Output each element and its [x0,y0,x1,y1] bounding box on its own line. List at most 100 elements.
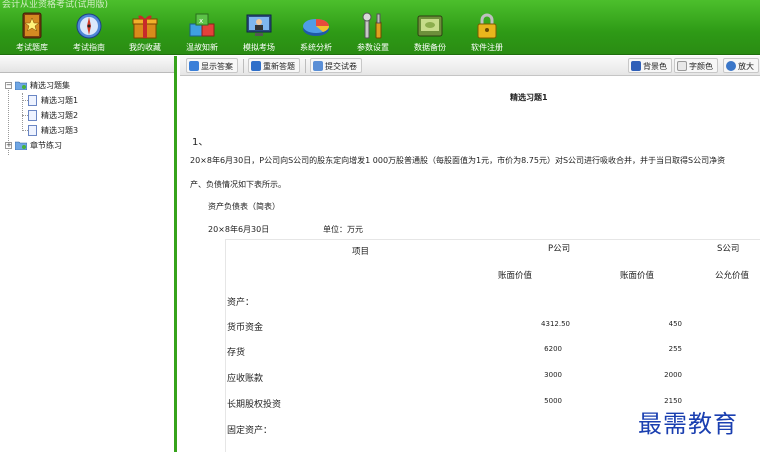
content-toolbar: 显示答案 重新答题 提交试卷 背景色 字颜色 放大 [180,56,760,76]
toolbar-label: 软件注册 [471,43,503,52]
toolbar-button-register[interactable]: 软件注册 [457,12,517,54]
toolbar-label: 模拟考场 [243,43,275,52]
toolbar-label: 考试指南 [73,43,105,52]
table-date: 20×8年6月30日 [208,225,270,234]
zoom-in-button[interactable]: 放大 [723,58,759,73]
submit-icon [313,61,323,71]
tree-label: 精选习题集 [30,81,70,90]
t-icon [677,61,687,71]
tree-item-exercise-2[interactable]: 精选习题2 [0,108,174,123]
answer-icon [189,61,199,71]
column-header-p-company: P公司 [548,244,571,254]
font-color-button[interactable]: 字颜色 [674,58,718,73]
question-text-line2: 产、负债情况如下表所示。 [190,180,286,189]
toolbar-button-mock-exam[interactable]: 模拟考场 [229,12,289,54]
toolbar-label: 系统分析 [300,43,332,52]
monitor-user-icon [246,14,272,36]
tree-item-exercise-1[interactable]: 精选习题1 [0,93,174,108]
table-cell-p: 6200 [544,345,562,353]
button-label: 提交试卷 [325,62,357,71]
table-cell-p: 5000 [544,397,562,405]
table-row-label: 长期股权投资 [227,400,282,410]
question-text-line1: 20×8年6月30日，P公司向S公司的股东定向增发1 000万股普通股（每股面值… [190,156,726,165]
left-panel-header [0,56,174,73]
background-color-button[interactable]: 背景色 [628,58,672,73]
disk-icon [417,15,443,37]
table-cell-p: 3000 [544,371,562,379]
tree-node-chapter-practice[interactable]: + 章节练习 [0,138,174,153]
table-caption: 资产负债表（简表） [208,202,280,211]
column-header-item: 项目 [352,247,370,257]
toolbar-label: 温故知新 [186,43,218,52]
toolbar-button-system-analysis[interactable]: 系统分析 [286,12,346,54]
table-row-label: 存货 [227,348,246,358]
toolbar-button-exam-guide[interactable]: 考试指南 [59,12,119,54]
button-label: 字颜色 [689,62,713,71]
button-label: 放大 [738,62,754,71]
column-header-s-company: S公司 [717,244,740,254]
tools-icon [362,12,382,39]
tree-label: 精选习题2 [41,111,79,120]
table-row-label: 资产： [227,298,255,308]
table-cell-s: 255 [668,345,682,353]
button-label: 显示答案 [201,62,233,71]
document-title: 精选习题1 [510,93,548,102]
table-unit: 单位：万元 [323,225,363,234]
table-row-label: 货币资金 [227,323,264,333]
toolbar-label: 参数设置 [357,43,389,52]
lock-icon [477,13,497,39]
toolbar-button-settings[interactable]: 参数设置 [343,12,403,54]
pie-chart-icon [303,19,330,36]
document-icon [28,95,37,106]
app-title: 会计从业资格考试(试用版) [2,0,109,10]
cubes-icon: x [189,13,215,37]
b-icon [631,61,641,71]
refresh-icon [251,61,261,71]
tree-label: 章节练习 [30,141,62,150]
show-answer-button[interactable]: 显示答案 [186,58,238,73]
toolbar-button-review[interactable]: x 温故知新 [172,12,232,54]
content-area: 显示答案 重新答题 提交试卷 背景色 字颜色 放大 精选习题1 1、 20×8年… [180,56,760,452]
question-tree: − 精选习题集 精选习题1 精选习题2 精选习题3 + 章节练习 [0,78,174,155]
table-cell-s: 2000 [664,371,682,379]
subheader-s-book-value: 账面价值 [620,271,655,281]
magnifier-icon [726,61,736,71]
toolbar-separator [243,59,244,73]
collapse-toggle-icon[interactable]: − [5,82,12,89]
watermark: 最需教育 [638,410,738,438]
gift-box-icon [132,15,158,39]
left-panel: − 精选习题集 精选习题1 精选习题2 精选习题3 + 章节练习 [0,56,177,452]
toolbar-label: 考试题库 [16,43,48,52]
redo-button[interactable]: 重新答题 [248,58,300,73]
tree-item-exercise-3[interactable]: 精选习题3 [0,123,174,138]
toolbar-button-favorites[interactable]: 我的收藏 [115,12,175,54]
subheader-s-fair-value: 公允价值 [715,271,750,281]
book-icon [22,12,42,39]
table-cell-p: 4312.50 [541,320,570,328]
table-row-label: 固定资产： [227,426,273,436]
subheader-p-book-value: 账面价值 [498,271,533,281]
toolbar-label: 数据备份 [414,43,446,52]
submit-button[interactable]: 提交试卷 [310,58,362,73]
folder-icon [15,141,27,150]
toolbar-button-backup[interactable]: 数据备份 [400,12,460,54]
main-toolbar: 会计从业资格考试(试用版) 考试题库 考试指南 我的收藏 x 温故知新 模拟考场… [0,0,760,55]
table-cell-s: 450 [668,320,682,328]
compass-icon [76,13,102,39]
expand-toggle-icon[interactable]: + [5,142,12,149]
tree-node-selected-exercises[interactable]: − 精选习题集 [0,78,174,93]
folder-icon [15,81,27,90]
document-icon [28,110,37,121]
question-number: 1、 [192,137,209,148]
svg-text:x: x [199,17,203,25]
toolbar-separator [305,59,306,73]
document-icon [28,125,37,136]
button-label: 背景色 [643,62,667,71]
tree-label: 精选习题3 [41,126,79,135]
toolbar-label: 我的收藏 [129,43,161,52]
table-row-label: 应收账款 [227,374,264,384]
tree-label: 精选习题1 [41,96,79,105]
question-document: 精选习题1 1、 20×8年6月30日，P公司向S公司的股东定向增发1 000万… [180,77,760,452]
toolbar-button-question-bank[interactable]: 考试题库 [2,12,62,54]
button-label: 重新答题 [263,62,295,71]
